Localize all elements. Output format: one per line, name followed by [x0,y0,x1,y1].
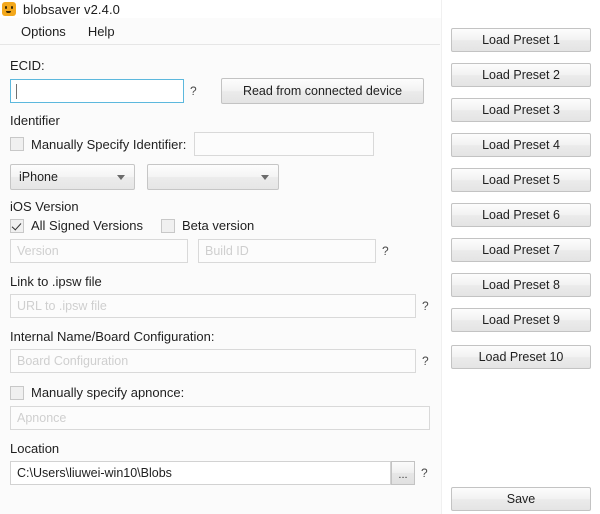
presets-panel: Load Preset 1 Load Preset 2 Load Preset … [441,0,600,514]
save-button[interactable]: Save [451,487,591,511]
load-preset-2-button[interactable]: Load Preset 2 [451,63,591,87]
build-id-input[interactable]: Build ID [198,239,376,263]
load-preset-6-button[interactable]: Load Preset 6 [451,203,591,227]
blobsaver-face-icon [2,2,16,16]
location-input[interactable]: C:\Users\liuwei-win10\Blobs [10,461,391,485]
chevron-down-icon [117,175,125,180]
board-config-help-icon[interactable]: ? [422,354,430,368]
load-preset-1-button[interactable]: Load Preset 1 [451,28,591,52]
ecid-label: ECID: [10,58,430,73]
board-config-placeholder: Board Configuration [17,354,128,368]
ipsw-url-input[interactable]: URL to .ipsw file [10,294,416,318]
main-form-panel: ECID: ? Read from connected device Ident… [0,45,440,514]
ios-version-help-icon[interactable]: ? [382,244,390,258]
manually-specify-apnonce-checkbox[interactable] [10,386,24,400]
board-config-input[interactable]: Board Configuration [10,349,416,373]
load-preset-3-button[interactable]: Load Preset 3 [451,98,591,122]
version-input[interactable]: Version [10,239,188,263]
identifier-input[interactable] [194,132,374,156]
all-signed-versions-checkbox[interactable] [10,219,24,233]
ipsw-help-icon[interactable]: ? [422,299,430,313]
read-from-connected-device-button[interactable]: Read from connected device [221,78,424,104]
window-title: blobsaver v2.4.0 [23,2,120,17]
load-preset-5-button[interactable]: Load Preset 5 [451,168,591,192]
beta-version-checkbox[interactable] [161,219,175,233]
menu-bar: Options Help [0,18,440,45]
build-id-input-placeholder: Build ID [205,244,249,258]
apnonce-input[interactable]: Apnonce [10,406,430,430]
all-signed-versions-label: All Signed Versions [31,218,143,233]
version-input-placeholder: Version [17,244,59,258]
manually-specify-apnonce-label: Manually specify apnonce: [31,385,184,400]
load-preset-9-button[interactable]: Load Preset 9 [451,308,591,332]
apnonce-placeholder: Apnonce [17,411,66,425]
load-preset-8-button[interactable]: Load Preset 8 [451,273,591,297]
device-type-value: iPhone [19,170,58,184]
manually-specify-identifier-label: Manually Specify Identifier: [31,137,186,152]
browse-folder-button[interactable]: ... [391,461,415,485]
board-config-label: Internal Name/Board Configuration: [10,329,430,344]
ecid-input[interactable] [10,79,184,103]
beta-version-label: Beta version [182,218,254,233]
manually-specify-identifier-checkbox[interactable] [10,137,24,151]
load-preset-7-button[interactable]: Load Preset 7 [451,238,591,262]
ecid-help-icon[interactable]: ? [190,84,198,98]
menu-item-options[interactable]: Options [12,21,75,42]
ios-version-section-label: iOS Version [10,199,430,214]
application-window: blobsaver v2.4.0 Options Help ECID: ? Re… [0,0,600,514]
menu-item-help[interactable]: Help [79,21,124,42]
device-model-dropdown[interactable] [147,164,279,190]
location-help-icon[interactable]: ? [421,466,429,480]
ipsw-url-placeholder: URL to .ipsw file [17,299,107,313]
load-preset-4-button[interactable]: Load Preset 4 [451,133,591,157]
load-preset-10-button[interactable]: Load Preset 10 [451,345,591,369]
ipsw-link-label: Link to .ipsw file [10,274,430,289]
chevron-down-icon [261,175,269,180]
identifier-section-label: Identifier [10,113,430,128]
device-type-dropdown[interactable]: iPhone [10,164,135,190]
location-label: Location [10,441,430,456]
